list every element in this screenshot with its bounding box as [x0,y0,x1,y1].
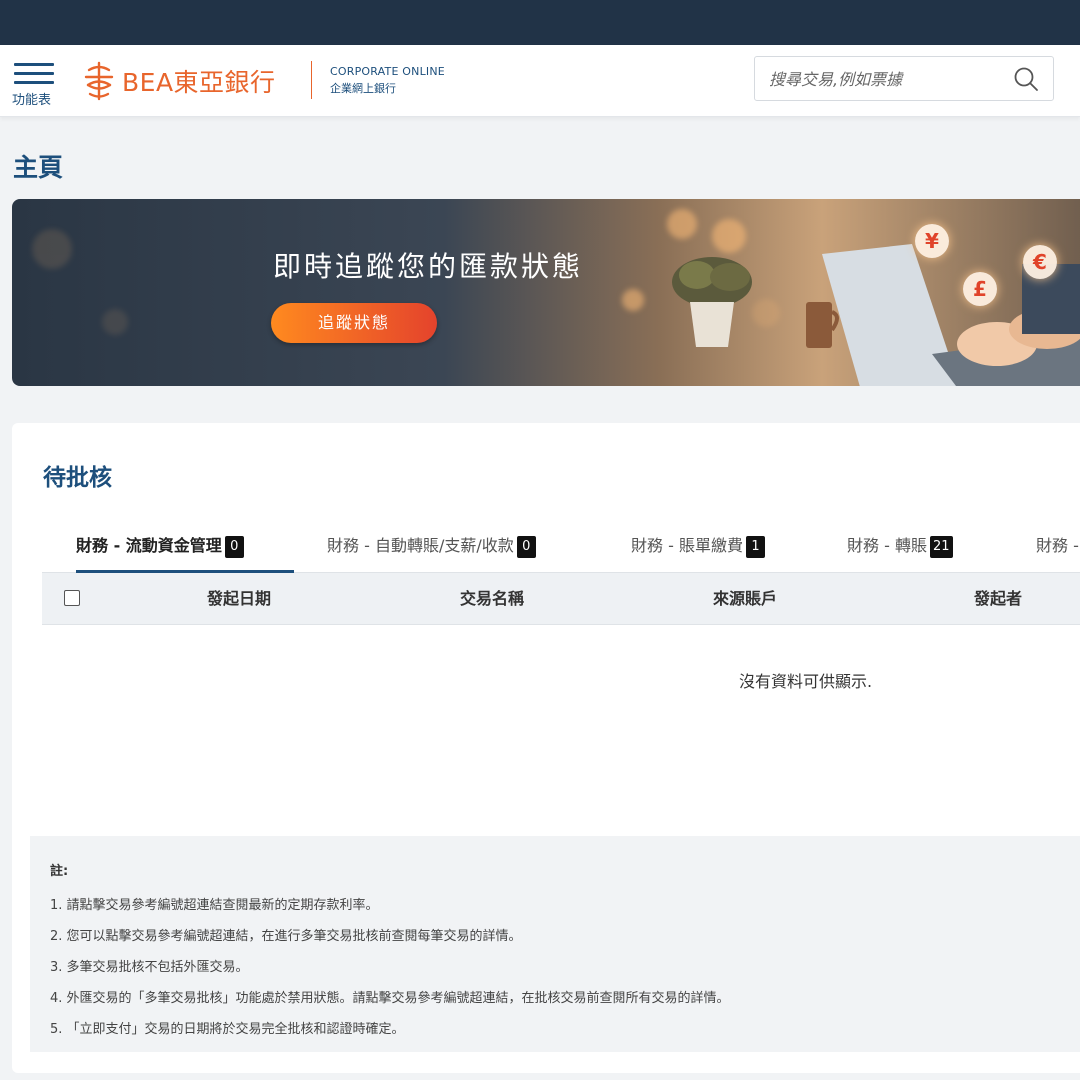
banner-decoration [102,309,128,335]
banner-decoration [32,229,72,269]
empty-state-message: 沒有資料可供顯示. [739,672,873,691]
tab-transfer[interactable]: 財務 - 轉賬 21 [847,526,953,573]
menu-button[interactable]: 功能表 [11,61,57,109]
select-all-checkbox[interactable] [64,590,80,606]
table-header: 發起日期 交易名稱 來源賬戶 發起者 [42,573,1080,625]
notes-panel: 註: 1. 請點擊交易參考編號超連結查閱最新的定期存款利率。 2. 您可以點擊交… [30,836,1080,1052]
tab-label: 財務 - 轉賬 [847,536,927,555]
menu-label: 功能表 [12,93,52,108]
tab-bill-payment[interactable]: 財務 - 賬單繳費 1 [631,526,765,573]
note-item: 1. 請點擊交易參考編號超連結查閱最新的定期存款利率。 [50,898,379,913]
product-name-zh: 企業網上銀行 [330,82,396,95]
search-icon[interactable] [1013,66,1039,92]
promo-banner[interactable]: ¥ € £ 即時追蹤您的匯款狀態 追蹤狀態 [12,199,1080,386]
pound-icon: £ [963,272,997,306]
banner-decoration [622,289,644,311]
notes-label: 註: [50,864,69,879]
tab-auto-transfer-payroll[interactable]: 財務 - 自動轉賬/支薪/收款 0 [327,526,536,573]
bea-logo[interactable]: BEA東亞銀行 [84,59,276,103]
product-name-en: CORPORATE ONLINE [330,65,445,78]
count-badge: 1 [745,536,765,558]
count-badge: 21 [929,536,953,558]
section-title: 待批核 [43,465,112,491]
column-header-initiation-date[interactable]: 發起日期 [189,573,289,625]
banner-decoration [667,209,697,239]
product-name: CORPORATE ONLINE 企業網上銀行 [330,65,445,96]
note-item: 5. 「立即支付」交易的日期將於交易完全批核和認證時確定。 [50,1022,405,1037]
track-status-button[interactable]: 追蹤狀態 [271,303,437,343]
banner-headline: 即時追蹤您的匯款狀態 [273,250,584,283]
bea-logo-icon [84,61,114,101]
brand-name: BEA東亞銀行 [122,68,276,97]
tab-label: 財務 - 自動轉賬/支薪/收款 [327,536,514,555]
tab-label: 財務 - 流動資金管理 [76,536,222,555]
search-box [754,56,1054,101]
note-item: 2. 您可以點擊交易參考編號超連結，在進行多筆交易批核前查閱每筆交易的詳情。 [50,929,522,944]
logo-divider [311,61,312,99]
tab-liquidity-management[interactable]: 財務 - 流動資金管理 0 [76,526,294,573]
count-badge: 0 [224,536,244,558]
column-header-transaction-name[interactable]: 交易名稱 [442,573,542,625]
column-header-source-account[interactable]: 來源賬戶 [695,573,795,625]
count-badge: 0 [516,536,536,558]
hamburger-icon [14,63,54,85]
search-input[interactable] [769,67,1009,91]
category-tabs: 財務 - 流動資金管理 0 財務 - 自動轉賬/支薪/收款 0 財務 - 賬單繳費 1… [42,526,1080,573]
note-item: 3. 多筆交易批核不包括外匯交易。 [50,960,249,975]
column-header-initiator[interactable]: 發起者 [948,573,1048,625]
notes-list: 1. 請點擊交易參考編號超連結查閱最新的定期存款利率。 2. 您可以點擊交易參考… [50,890,730,1045]
yen-icon: ¥ [915,224,949,258]
tab-label: 財務 - 賬單繳費 [631,536,743,555]
note-item: 4. 外匯交易的「多筆交易批核」功能處於禁用狀態。請點擊交易參考編號超連結，在批… [50,991,730,1006]
page-title: 主頁 [13,153,64,182]
tab-label: 財務 - [1036,536,1079,555]
tab-more[interactable]: 財務 - [1036,526,1079,573]
top-bar [0,0,1080,45]
plant-illustration [672,257,752,347]
euro-icon: € [1023,245,1057,279]
header: 功能表 BEA東亞銀行 CORPORATE ONLINE 企業網上銀行 [0,45,1080,117]
